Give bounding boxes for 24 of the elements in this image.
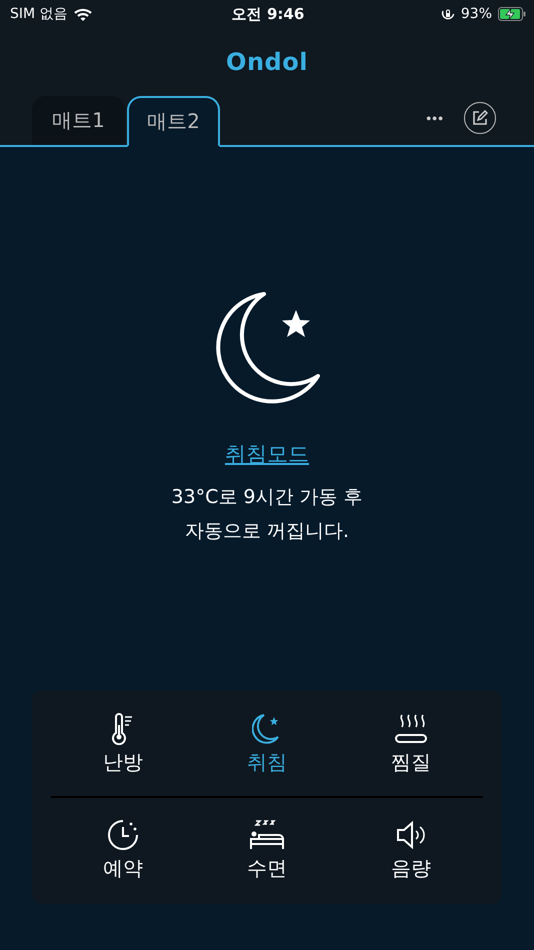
carrier-text: SIM 없음 bbox=[10, 5, 68, 23]
mode-description: 33°C로 9시간 가동 후 자동으로 꺼집니다. bbox=[171, 485, 363, 544]
more-button[interactable]: ••• bbox=[426, 110, 444, 126]
app-logo: Ondol bbox=[226, 48, 308, 76]
steam-icon bbox=[394, 712, 428, 744]
mode-button[interactable]: 예약 bbox=[51, 810, 195, 890]
speaker-icon bbox=[395, 818, 427, 850]
edit-button[interactable] bbox=[464, 102, 496, 134]
wifi-icon bbox=[74, 8, 92, 20]
mode-button[interactable]: 찜질 bbox=[339, 704, 483, 784]
mode-button[interactable]: 취침 bbox=[195, 704, 339, 784]
moon-star-icon bbox=[214, 292, 320, 404]
mode-button[interactable]: 난방 bbox=[51, 704, 195, 784]
edit-icon bbox=[472, 110, 488, 126]
mode-button[interactable]: 음량 bbox=[339, 810, 483, 890]
mat-tab[interactable]: 매트1 bbox=[32, 96, 125, 147]
rotation-lock-icon bbox=[440, 7, 455, 21]
mat-tab[interactable]: 매트2 bbox=[127, 96, 220, 147]
mode-button[interactable]: 수면 bbox=[195, 810, 339, 890]
clock-icon bbox=[107, 818, 139, 850]
status-time: 오전 9:46 bbox=[230, 4, 306, 24]
sleeping-bed-icon bbox=[249, 818, 285, 850]
battery-percent: 93% bbox=[460, 6, 492, 22]
mode-title-link[interactable]: 취침모드 bbox=[225, 440, 309, 468]
